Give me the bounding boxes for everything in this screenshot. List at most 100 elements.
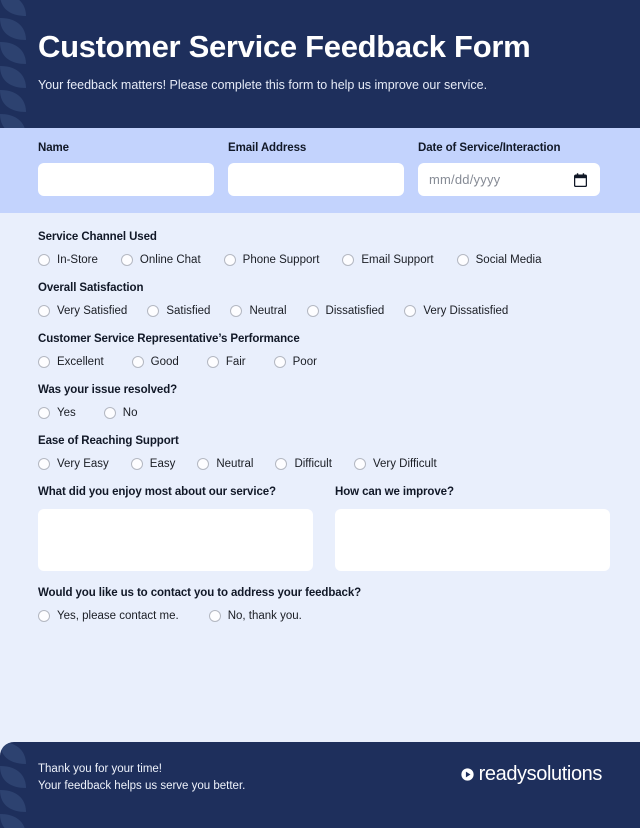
radio-circle-icon[interactable] xyxy=(273,356,286,368)
radio-option-yes[interactable]: Yes xyxy=(38,407,76,419)
radio-label: Very Satisfied xyxy=(57,305,128,317)
radio-option-fair[interactable]: Fair xyxy=(206,356,246,368)
radio-option-very-difficult[interactable]: Very Difficult xyxy=(353,458,437,470)
radio-label: Yes, please contact me. xyxy=(57,610,179,622)
footer-line-2: Your feedback helps us serve you better. xyxy=(38,779,246,792)
radio-label: Very Easy xyxy=(57,458,109,470)
radio-label: Very Dissatisfied xyxy=(423,305,509,317)
group-title-overall-satisfaction: Overall Satisfaction xyxy=(38,282,144,294)
radio-option-neutral-ease[interactable]: Neutral xyxy=(197,458,253,470)
radio-group-rep-performance: Excellent Good Fair Poor xyxy=(38,356,610,368)
radio-circle-icon[interactable] xyxy=(131,356,144,368)
radio-circle-icon[interactable] xyxy=(38,254,50,266)
radio-label: Dissatisfied xyxy=(325,305,385,317)
radio-label: Excellent xyxy=(57,356,104,368)
page-footer: Thank you for your time! Your feedback h… xyxy=(0,742,640,828)
how-improve-textarea[interactable] xyxy=(335,509,610,571)
header-text-block: Customer Service Feedback Form Your feed… xyxy=(0,0,640,92)
radio-circle-icon[interactable] xyxy=(120,254,133,266)
radio-group-service-channel: In-Store Online Chat Phone Support Email… xyxy=(38,254,610,266)
radio-option-excellent[interactable]: Excellent xyxy=(38,356,104,368)
radio-circle-icon[interactable] xyxy=(38,458,50,470)
radio-label: Social Media xyxy=(475,254,542,266)
radio-option-phone-support[interactable]: Phone Support xyxy=(223,254,319,266)
radio-circle-icon[interactable] xyxy=(130,458,143,470)
radio-label: Easy xyxy=(149,458,176,470)
radio-option-neutral[interactable]: Neutral xyxy=(230,305,287,317)
radio-option-email-support[interactable]: Email Support xyxy=(342,254,434,266)
radio-circle-icon[interactable] xyxy=(147,305,160,317)
footer-message: Thank you for your time! Your feedback h… xyxy=(38,761,245,794)
radio-circle-icon[interactable] xyxy=(197,458,210,470)
radio-option-in-store[interactable]: In-Store xyxy=(38,254,98,266)
group-title-service-channel: Service Channel Used xyxy=(38,231,157,243)
radio-circle-icon[interactable] xyxy=(342,254,355,266)
name-field-group: Name xyxy=(38,142,214,213)
page-subtitle: Your feedback matters! Please complete t… xyxy=(38,78,488,93)
radio-option-satisfied[interactable]: Satisfied xyxy=(147,305,210,317)
radio-circle-icon[interactable] xyxy=(404,305,417,317)
radio-label: Difficult xyxy=(294,458,332,470)
calendar-icon[interactable] xyxy=(574,172,587,187)
name-input[interactable] xyxy=(38,163,214,196)
radio-circle-icon[interactable] xyxy=(206,356,219,368)
enjoy-most-label: What did you enjoy most about our servic… xyxy=(38,486,276,498)
radio-group-ease-of-reaching: Very Easy Easy Neutral Difficult Very Di… xyxy=(38,458,610,470)
radio-circle-icon[interactable] xyxy=(208,610,221,622)
group-title-ease-of-reaching: Ease of Reaching Support xyxy=(38,435,179,447)
radio-circle-icon[interactable] xyxy=(306,305,319,317)
radio-circle-icon[interactable] xyxy=(38,356,50,368)
radio-circle-icon[interactable] xyxy=(353,458,366,470)
radio-circle-icon[interactable] xyxy=(456,254,469,266)
top-fields-band: Name Email Address Date of Service/Inter… xyxy=(0,128,640,213)
radio-option-poor[interactable]: Poor xyxy=(273,356,317,368)
page-header: Customer Service Feedback Form Your feed… xyxy=(0,0,640,128)
radio-option-social-media[interactable]: Social Media xyxy=(456,254,542,266)
radio-option-very-dissatisfied[interactable]: Very Dissatisfied xyxy=(404,305,508,317)
group-ease-of-reaching: Ease of Reaching Support Very Easy Easy … xyxy=(38,435,610,470)
radio-group-overall-satisfaction: Very Satisfied Satisfied Neutral Dissati… xyxy=(38,305,610,317)
date-field-group: Date of Service/Interaction mm/dd/yyyy xyxy=(418,142,600,213)
footer-petal-decoration xyxy=(0,742,26,828)
radio-option-easy[interactable]: Easy xyxy=(130,458,176,470)
group-issue-resolved: Was your issue resolved? Yes No xyxy=(38,384,610,419)
radio-option-no[interactable]: No xyxy=(103,407,137,419)
radio-circle-icon[interactable] xyxy=(103,407,116,419)
radio-option-online-chat[interactable]: Online Chat xyxy=(120,254,201,266)
how-improve-label: How can we improve? xyxy=(335,486,454,498)
brand-name: readysolutions xyxy=(478,763,603,785)
radio-group-issue-resolved: Yes No xyxy=(38,407,610,419)
date-input[interactable]: mm/dd/yyyy xyxy=(418,163,600,196)
radio-circle-icon[interactable] xyxy=(275,458,288,470)
radio-option-contact-yes[interactable]: Yes, please contact me. xyxy=(38,610,179,622)
radio-option-very-satisfied[interactable]: Very Satisfied xyxy=(38,305,127,317)
brand-logo: readysolutions xyxy=(460,763,603,786)
radio-label: Fair xyxy=(225,356,246,368)
play-circle-icon xyxy=(460,768,474,781)
radio-option-very-easy[interactable]: Very Easy xyxy=(38,458,109,470)
radio-option-contact-no[interactable]: No, thank you. xyxy=(208,610,302,622)
group-title-rep-performance: Customer Service Representative’s Perfor… xyxy=(38,333,300,345)
radio-circle-icon[interactable] xyxy=(38,610,50,622)
radio-label: In-Store xyxy=(57,254,98,266)
radio-circle-icon[interactable] xyxy=(38,407,50,419)
date-placeholder-text: mm/dd/yyyy xyxy=(429,172,501,187)
radio-label: Good xyxy=(150,356,179,368)
radio-label: No, thank you. xyxy=(227,610,302,622)
radio-label: Yes xyxy=(57,407,76,419)
radio-option-good[interactable]: Good xyxy=(131,356,179,368)
radio-label: Satisfied xyxy=(166,305,211,317)
radio-label: Poor xyxy=(292,356,317,368)
radio-option-difficult[interactable]: Difficult xyxy=(275,458,332,470)
radio-label: Email Support xyxy=(361,254,434,266)
radio-circle-icon[interactable] xyxy=(223,254,236,266)
group-contact-permission: Would you like us to contact you to addr… xyxy=(38,587,610,622)
radio-option-dissatisfied[interactable]: Dissatisfied xyxy=(306,305,385,317)
radio-circle-icon[interactable] xyxy=(38,305,50,317)
email-input[interactable] xyxy=(228,163,404,196)
email-label: Email Address xyxy=(228,142,307,154)
radio-circle-icon[interactable] xyxy=(230,305,243,317)
enjoy-most-textarea[interactable] xyxy=(38,509,313,571)
date-label: Date of Service/Interaction xyxy=(418,142,561,154)
radio-label: Neutral xyxy=(249,305,287,317)
